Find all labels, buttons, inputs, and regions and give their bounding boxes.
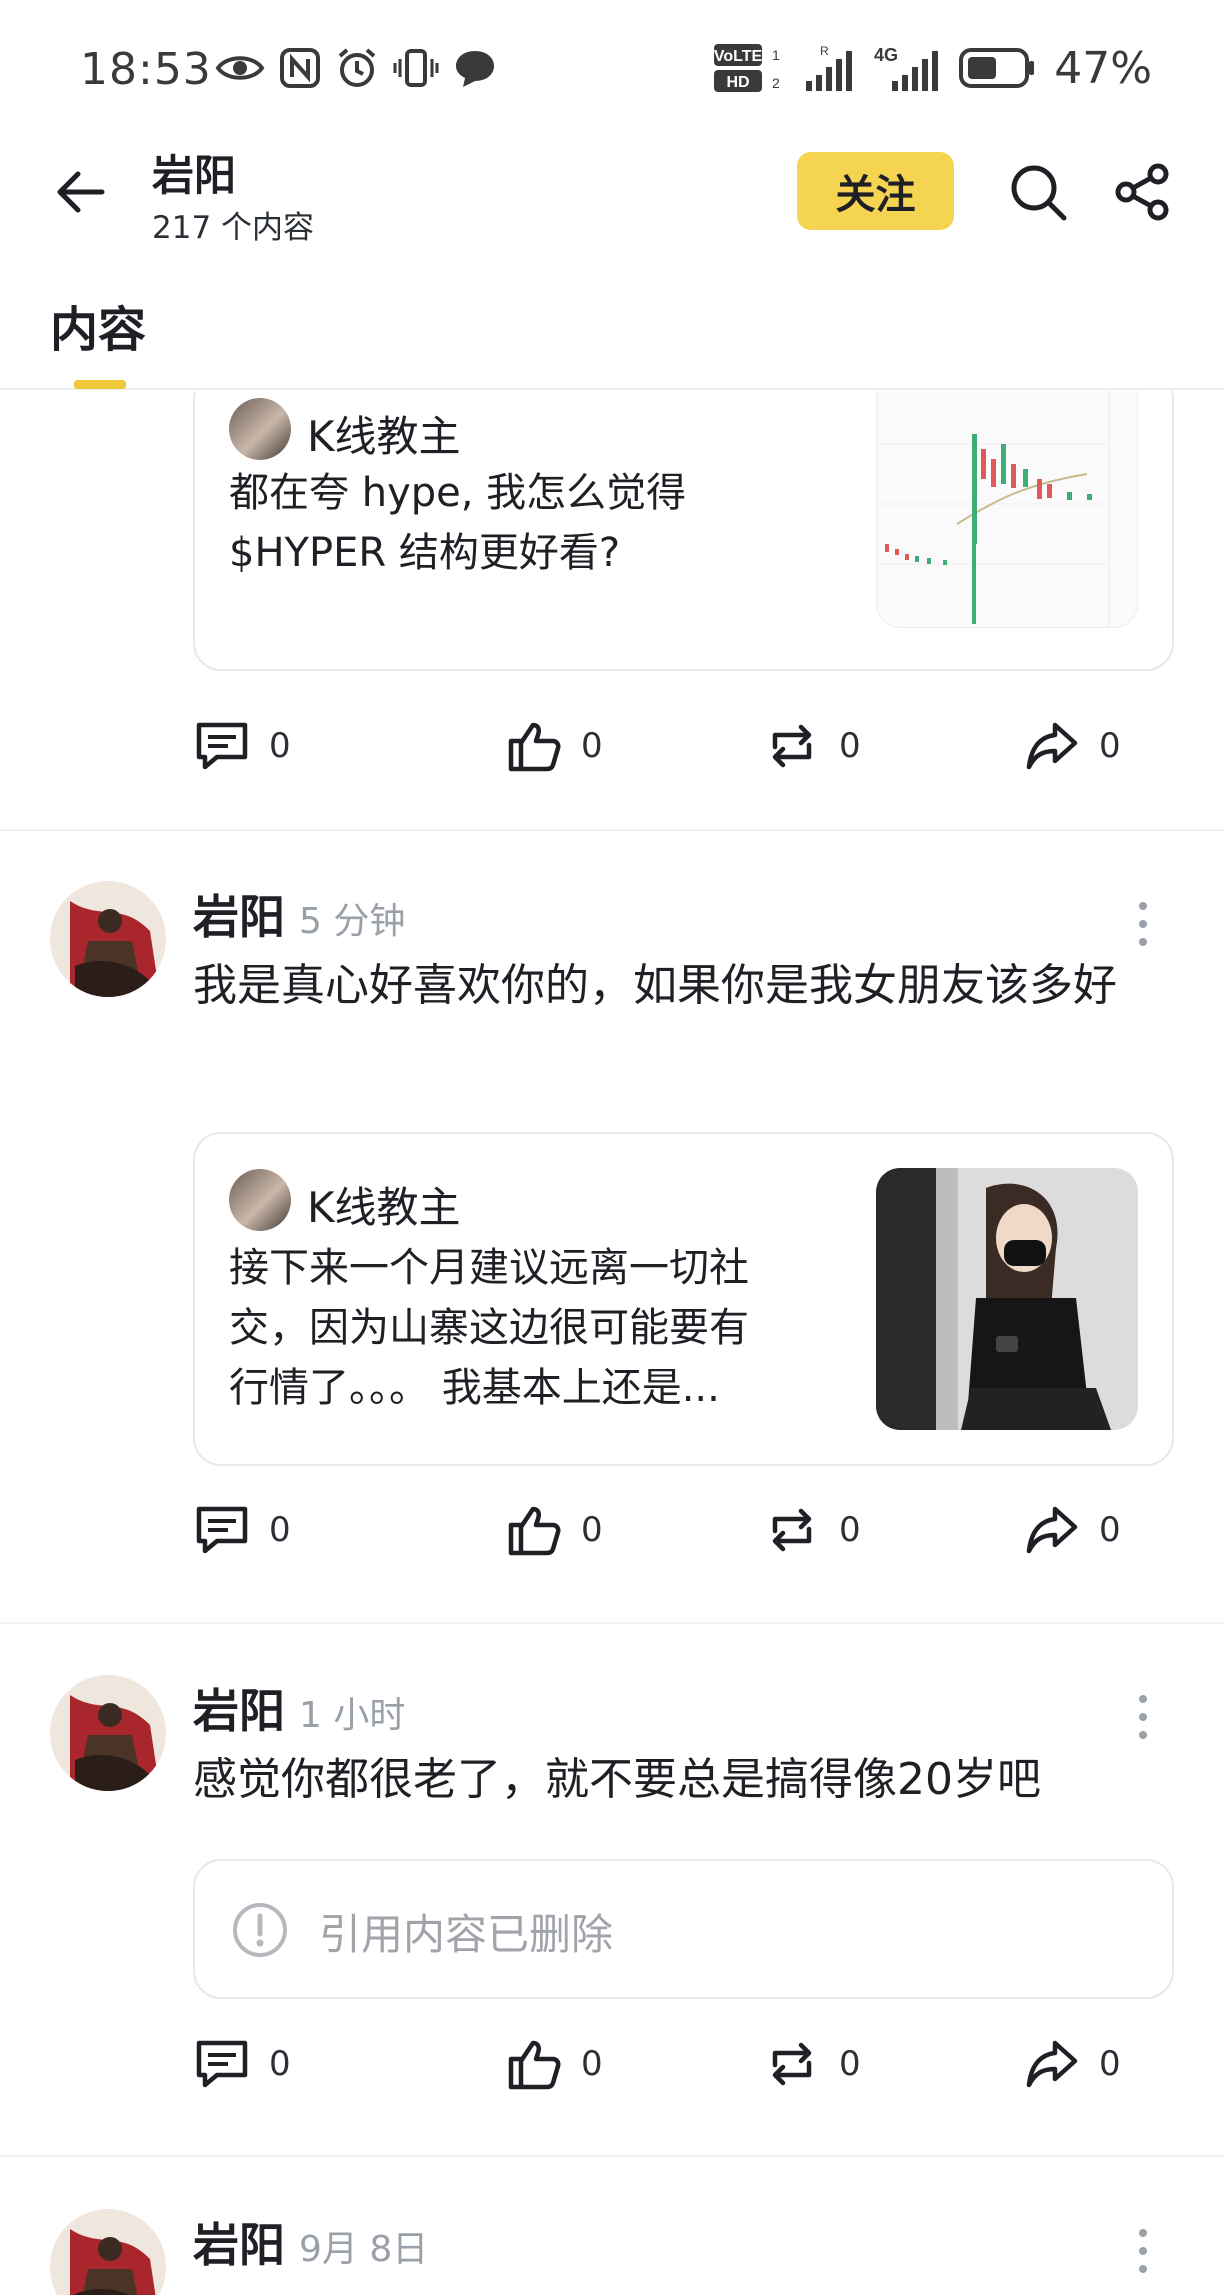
follow-button[interactable]: 关注 — [797, 152, 954, 230]
more-options-icon[interactable] — [1128, 1689, 1158, 1749]
comment-icon — [196, 1506, 248, 1554]
comment-icon — [196, 722, 248, 770]
search-icon[interactable] — [1006, 160, 1070, 224]
nfc-icon — [280, 48, 320, 88]
thumbs-up-icon — [508, 722, 561, 772]
post-author[interactable]: 岩阳 5 分钟 — [193, 881, 405, 947]
battery-percent: 47% — [1054, 42, 1152, 94]
comment-action[interactable]: 0 — [193, 2029, 291, 2099]
quote-text: 接下来一个月建议远离一切社 交，因为山寨这边很可能要有 行情了。。。 我基本上还… — [229, 1245, 749, 1411]
deleted-quote-card: 引用内容已删除 — [193, 1859, 1174, 1999]
back-arrow-icon[interactable] — [50, 160, 114, 224]
share-arrow-icon — [1026, 1506, 1078, 1554]
divider — [0, 2155, 1224, 2157]
quote-author-avatar — [229, 398, 291, 460]
tab-bar: 内容 — [0, 260, 1224, 390]
post-text: 我是真心好喜欢你的，如果你是我女朋友该多好 — [193, 960, 1117, 1011]
svg-text:R: R — [820, 44, 829, 58]
message-icon — [456, 51, 494, 87]
post-time: 5 分钟 — [299, 901, 406, 942]
signal-icon: R — [806, 44, 853, 91]
share-icon[interactable] — [1112, 162, 1172, 222]
post-text: 感觉你都很老了，就不要总是搞得像20岁吧 — [193, 1754, 1041, 1805]
content-count: 217 个内容 — [152, 210, 315, 246]
chart-thumbnail — [876, 391, 1138, 628]
author-avatar[interactable] — [50, 1675, 166, 1791]
more-options-icon[interactable] — [1128, 2223, 1158, 2283]
comment-action[interactable]: 0 — [193, 1495, 291, 1565]
vibrate-icon — [393, 49, 439, 87]
repost-icon — [772, 1508, 812, 1552]
like-action[interactable]: 0 — [505, 711, 603, 781]
eye-icon — [215, 56, 265, 80]
tab-content[interactable]: 内容 — [50, 290, 146, 360]
battery-icon — [959, 48, 1035, 88]
more-options-icon[interactable] — [1128, 896, 1158, 956]
volte-icon: VoLTE HD 1 2 — [714, 44, 780, 92]
share-arrow-icon — [1026, 722, 1078, 770]
post-actions: 0 0 0 0 — [193, 2029, 1153, 2099]
status-bar: 18:53 VoLTE HD 1 2 R 4G 47% — [0, 0, 1224, 130]
comment-icon — [196, 2040, 248, 2088]
thumbs-up-icon — [508, 2040, 561, 2090]
quote-card[interactable]: K线教主 接下来一个月建议远离一切社 交，因为山寨这边很可能要有 行情了。。。 … — [193, 1132, 1174, 1466]
quote-author-name: K线教主 — [307, 412, 461, 461]
post-author[interactable]: 岩阳 1 小时 — [193, 1675, 405, 1741]
divider — [0, 1622, 1224, 1624]
svg-text:1: 1 — [772, 47, 780, 63]
share-action[interactable]: 0 — [1023, 711, 1121, 781]
repost-icon — [772, 724, 812, 768]
share-arrow-icon — [1026, 2040, 1078, 2088]
quote-card[interactable]: K线教主 都在夸 hype, 我怎么觉得 $HYPER 结构更好看? — [193, 391, 1174, 671]
repost-action[interactable]: 0 — [763, 711, 861, 781]
photo-thumbnail — [876, 1168, 1138, 1430]
divider — [0, 829, 1224, 831]
repost-action[interactable]: 0 — [763, 2029, 861, 2099]
post-time: 1 小时 — [299, 1695, 406, 1736]
like-action[interactable]: 0 — [505, 2029, 603, 2099]
profile-header: 岩阳 217 个内容 关注 — [0, 130, 1224, 260]
post-author[interactable]: 岩阳 9月 8日 — [193, 2209, 428, 2275]
4g-signal-icon: 4G — [874, 45, 939, 91]
post-time: 9月 8日 — [299, 2229, 429, 2270]
share-action[interactable]: 0 — [1023, 1495, 1121, 1565]
svg-text:2: 2 — [772, 75, 780, 91]
quote-author-name: K线教主 — [307, 1183, 461, 1232]
content-feed[interactable]: K线教主 都在夸 hype, 我怎么觉得 $HYPER 结构更好看? 0 0 0… — [0, 391, 1224, 2295]
quote-author-avatar — [229, 1169, 291, 1231]
status-time: 18:53 — [80, 44, 212, 95]
alarm-icon — [338, 48, 376, 87]
thumbs-up-icon — [508, 1506, 561, 1556]
svg-text:4G: 4G — [874, 45, 898, 65]
quote-text: 都在夸 hype, 我怎么觉得 $HYPER 结构更好看? — [229, 470, 687, 576]
repost-icon — [772, 2042, 812, 2086]
deleted-quote-text: 引用内容已删除 — [319, 1910, 614, 1959]
info-icon — [233, 1903, 287, 1957]
author-avatar[interactable] — [50, 2209, 166, 2295]
comment-action[interactable]: 0 — [193, 711, 291, 781]
svg-text:VoLTE: VoLTE — [714, 48, 763, 65]
svg-text:HD: HD — [727, 74, 750, 91]
post-actions: 0 0 0 0 — [193, 1495, 1153, 1565]
like-action[interactable]: 0 — [505, 1495, 603, 1565]
repost-action[interactable]: 0 — [763, 1495, 861, 1565]
tab-active-indicator — [74, 380, 126, 389]
post-actions: 0 0 0 0 — [193, 711, 1153, 781]
author-avatar[interactable] — [50, 881, 166, 997]
candlestick-chart-image — [877, 391, 1110, 627]
profile-name: 岩阳 — [152, 151, 237, 200]
share-action[interactable]: 0 — [1023, 2029, 1121, 2099]
